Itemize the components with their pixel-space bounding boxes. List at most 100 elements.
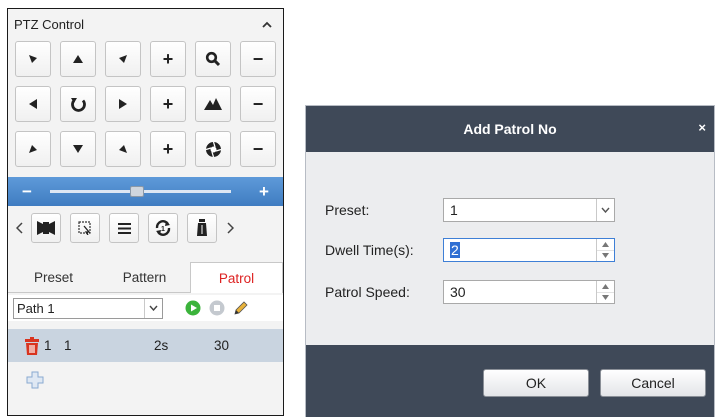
dwell-row: Dwell Time(s): 2 [325, 238, 615, 262]
spin-down-icon[interactable] [597, 249, 614, 262]
magnifier-icon [205, 51, 221, 67]
plus-label: + [162, 94, 174, 114]
close-icon[interactable]: × [698, 120, 706, 135]
speed-slider-handle[interactable] [129, 186, 144, 197]
patrol-speed-input[interactable]: 30 [443, 280, 615, 304]
wiper-button[interactable] [187, 213, 217, 243]
arrow-right-icon [119, 99, 127, 109]
focus-far-button[interactable]: − [240, 86, 276, 122]
tab-preset[interactable]: Preset [8, 262, 99, 292]
table-row[interactable]: 1 1 2s 30 [8, 329, 283, 362]
focus-near-button[interactable]: + [150, 86, 186, 122]
preset-value: 1 [450, 202, 458, 218]
minus-label: − [252, 94, 264, 114]
delete-icon[interactable] [24, 336, 40, 355]
add-preset-icon[interactable] [26, 371, 44, 389]
edit-icon[interactable] [233, 300, 249, 316]
toolbar-scroll-right-button[interactable] [223, 214, 237, 242]
pan-up-right-button[interactable] [105, 41, 141, 77]
patrol-row-speed: 30 [214, 338, 230, 353]
patrol-actions [185, 300, 249, 316]
focus-icon-label [195, 86, 231, 122]
one-touch-patrol-button[interactable]: 1 [148, 213, 178, 243]
zoom-out-button[interactable]: − [240, 41, 276, 77]
toolbar-scroll-left-button[interactable] [12, 214, 26, 242]
arrow-up-right-icon [119, 55, 127, 63]
pan-down-right-button[interactable] [105, 131, 141, 167]
direction-grid: + − + − + − [15, 41, 283, 167]
patrol-speed-row: Patrol Speed: 30 [325, 280, 615, 304]
preset-select[interactable]: 1 [443, 198, 615, 222]
chevron-left-icon [15, 222, 23, 234]
minus-label: − [252, 139, 264, 159]
3d-zoom-icon [78, 221, 91, 235]
dialog-title: Add Patrol No [463, 121, 557, 137]
preset-row: Preset: 1 [325, 198, 615, 222]
patrol-path-row: Path 1 [8, 295, 283, 321]
patrol-speed-spinner[interactable] [596, 281, 614, 303]
path-select-value: Path 1 [17, 300, 55, 316]
arrow-down-left-icon [29, 145, 37, 153]
iris-open-button[interactable]: + [150, 131, 186, 167]
plus-label: + [162, 139, 174, 159]
plus-label: + [162, 49, 174, 69]
dwell-spinner[interactable] [596, 239, 614, 261]
zoom-in-button[interactable]: + [150, 41, 186, 77]
cancel-button[interactable]: Cancel [600, 369, 706, 397]
arrow-up-icon [73, 55, 83, 63]
iris-icon-label [195, 131, 231, 167]
mountain-icon [204, 98, 222, 110]
chevron-down-icon [596, 199, 614, 221]
aperture-icon [205, 141, 221, 157]
iris-close-button[interactable]: − [240, 131, 276, 167]
pan-up-button[interactable] [60, 41, 96, 77]
dwell-time-input[interactable]: 2 [443, 238, 615, 262]
patrol-row-preset: 1 [64, 338, 72, 353]
arrow-down-icon [73, 145, 83, 153]
dwell-label: Dwell Time(s): [325, 242, 414, 258]
arrow-left-icon [29, 99, 37, 109]
wiper-icon [197, 219, 207, 236]
pan-right-button[interactable] [105, 86, 141, 122]
dialog-title-bar: Add Patrol No × [306, 106, 714, 152]
ok-button[interactable]: OK [483, 369, 589, 397]
tab-patrol[interactable]: Patrol [190, 262, 283, 293]
minus-label: − [252, 49, 264, 69]
pan-up-left-button[interactable] [15, 41, 51, 77]
dwell-value-wrap: 2 [444, 239, 596, 261]
patrol-speed-label: Patrol Speed: [325, 284, 410, 300]
speed-bar: − + [8, 177, 283, 206]
spin-up-icon[interactable] [597, 281, 614, 292]
spin-down-icon[interactable] [597, 291, 614, 304]
ptz-control-panel: PTZ Control + − + − + − − + 1 Preset Pat… [7, 8, 284, 416]
patrol-speed-value: 30 [450, 284, 466, 300]
ptz-header: PTZ Control [8, 9, 283, 39]
svg-text:1: 1 [161, 226, 165, 233]
menu-button[interactable] [109, 213, 139, 243]
rotate-icon [70, 97, 86, 112]
light-icon [37, 221, 55, 235]
speed-decrease-button[interactable]: − [20, 183, 34, 200]
path-select[interactable]: Path 1 [13, 297, 163, 319]
auto-scan-button[interactable] [60, 86, 96, 122]
stop-icon[interactable] [209, 300, 225, 316]
dialog-footer: OK Cancel [306, 345, 714, 417]
chevron-up-icon[interactable] [261, 18, 273, 30]
pan-left-button[interactable] [15, 86, 51, 122]
light-button[interactable] [31, 213, 61, 243]
patrol-row-col1: 1 [44, 338, 52, 353]
ptz-tabs: Preset Pattern Patrol [8, 262, 283, 293]
ptz-toolbar: 1 [8, 207, 283, 249]
one-touch-patrol-icon: 1 [155, 220, 171, 236]
pan-down-button[interactable] [60, 131, 96, 167]
ptz-title: PTZ Control [14, 16, 85, 32]
chevron-down-icon [144, 298, 162, 318]
speed-slider-track[interactable] [50, 186, 231, 197]
play-icon[interactable] [185, 300, 201, 316]
tab-pattern[interactable]: Pattern [99, 262, 190, 292]
zoom-icon-label [195, 41, 231, 77]
speed-increase-button[interactable]: + [257, 183, 271, 200]
spin-up-icon[interactable] [597, 239, 614, 250]
3d-zoom-button[interactable] [70, 213, 100, 243]
pan-down-left-button[interactable] [15, 131, 51, 167]
